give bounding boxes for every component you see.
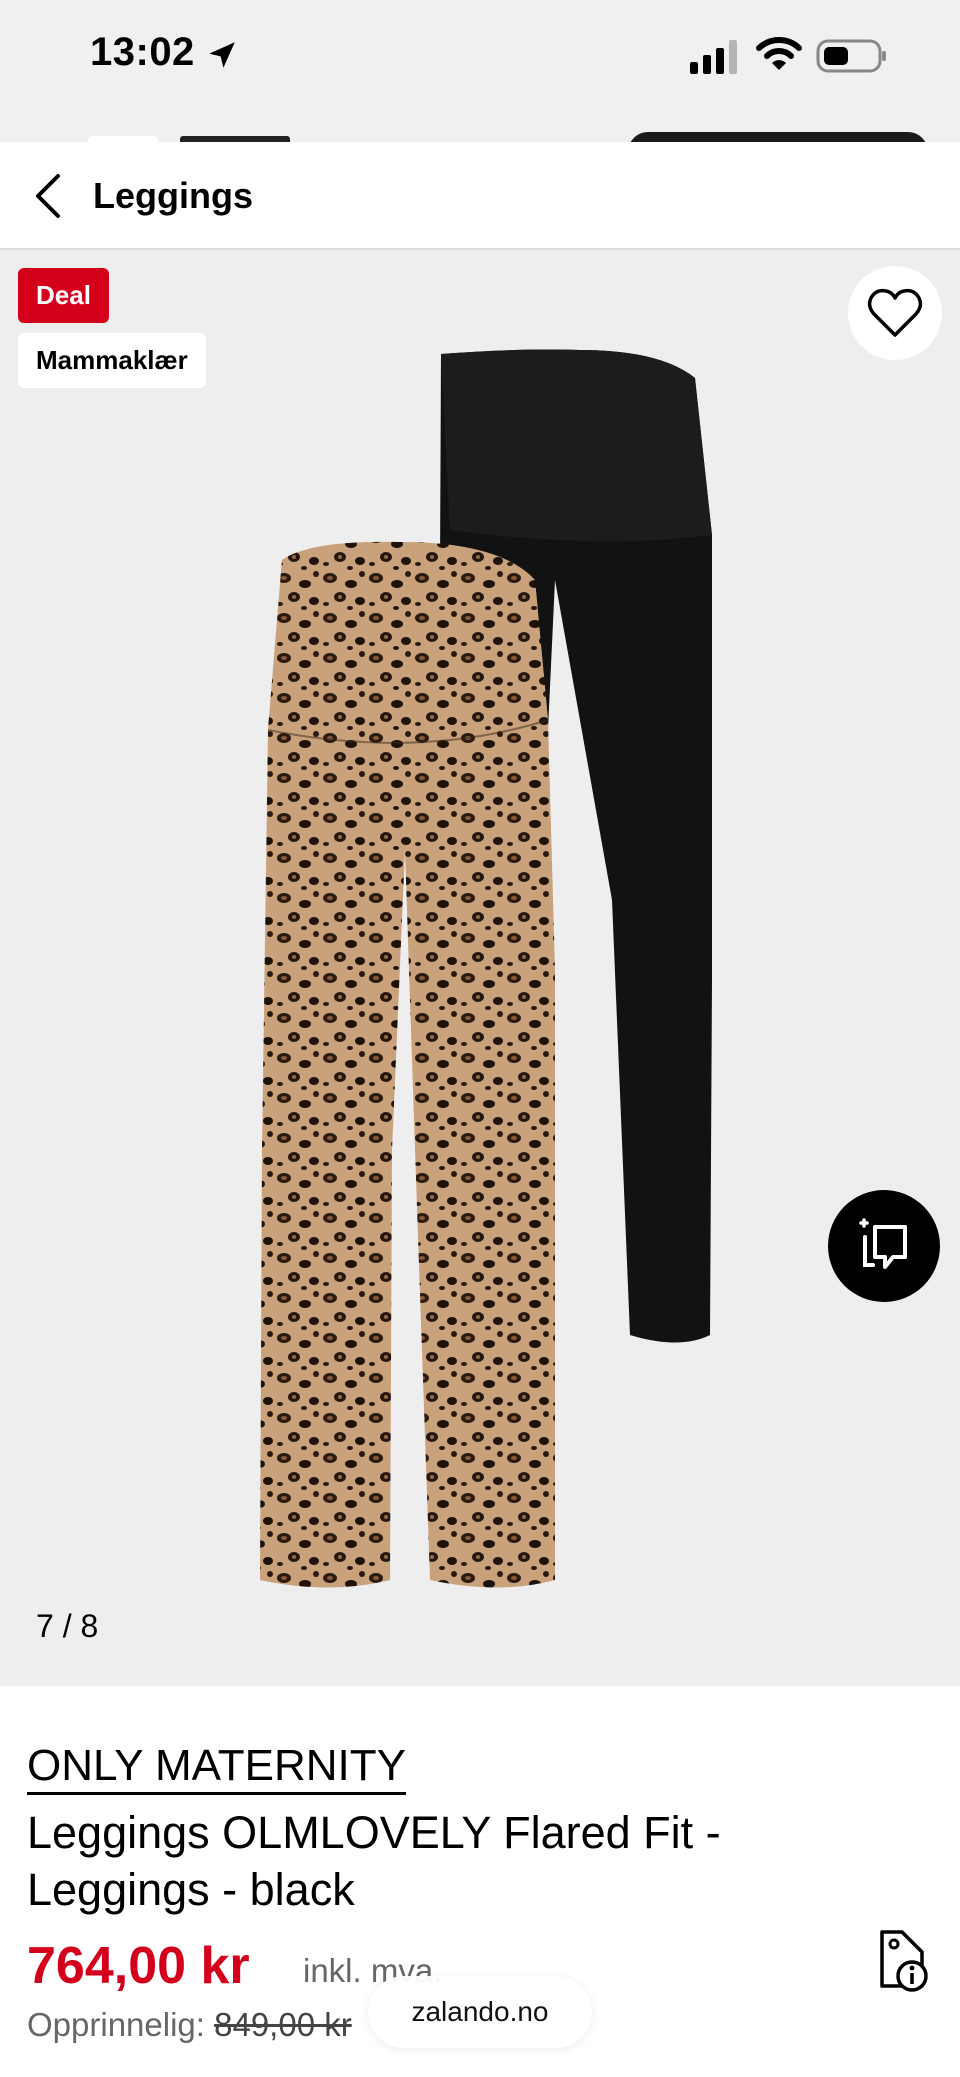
product-image <box>260 349 712 1588</box>
status-time: 13:02 <box>90 30 195 74</box>
original-price-label: Opprinnelig: <box>27 2006 205 2043</box>
heart-icon <box>867 288 923 337</box>
location-arrow-icon <box>209 42 235 68</box>
image-counter: 7 / 8 <box>36 1608 99 1644</box>
battery-icon <box>816 39 886 73</box>
original-price-row: Opprinnelig: 849,00 kr <box>27 2006 352 2044</box>
browser-url-bar[interactable]: zalando.no <box>368 1976 592 2048</box>
find-similar-button[interactable] <box>828 1190 940 1302</box>
back-chevron-icon[interactable] <box>20 166 80 226</box>
url-text: zalando.no <box>411 1996 549 2027</box>
signal-icon <box>690 40 737 74</box>
brand-link[interactable]: ONLY MATERNITY <box>27 1742 406 1795</box>
wifi-icon <box>756 37 802 70</box>
similar-items-icon <box>859 1218 907 1269</box>
product-image-gallery[interactable]: Deal Mammaklær 7 / 8 <box>0 250 960 1686</box>
page-title: Leggings <box>93 175 253 216</box>
current-price: 764,00 kr <box>27 1937 250 1995</box>
product-name: Leggings OLMLOVELY Flared Fit - Leggings… <box>27 1807 721 1915</box>
category-badge: Mammaklær <box>18 333 206 388</box>
original-price: 849,00 kr <box>214 2006 352 2043</box>
status-bar: 13:02 <box>0 0 960 140</box>
deal-badge: Deal <box>18 268 109 323</box>
app-header: Leggings <box>0 142 960 250</box>
wishlist-button[interactable] <box>848 266 942 360</box>
price-info-icon[interactable] <box>872 1928 932 1992</box>
